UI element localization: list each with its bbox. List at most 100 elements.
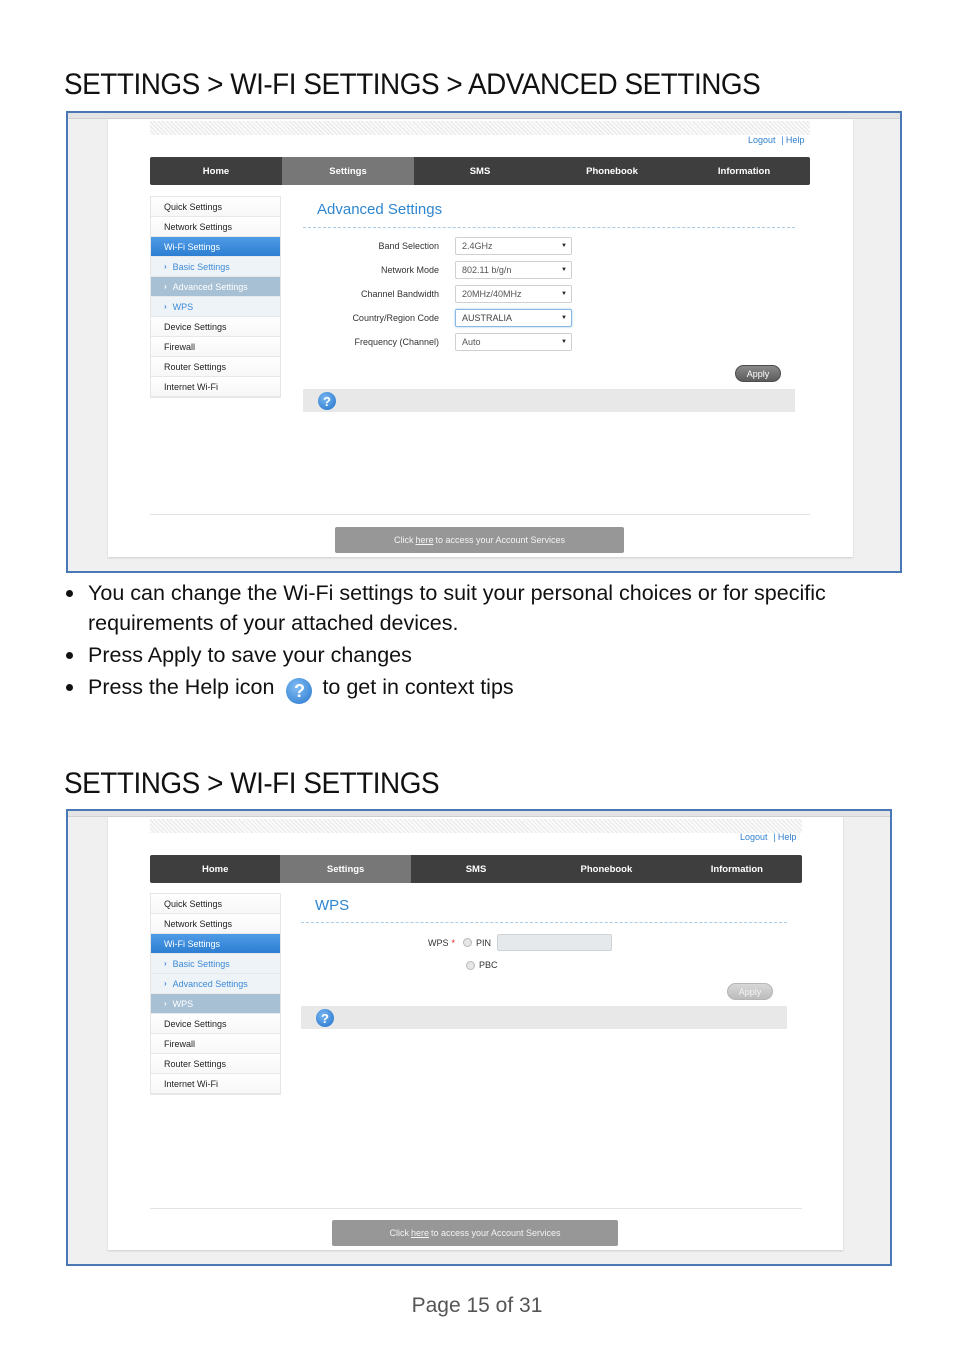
dropdown-arrow-icon: ▼ <box>561 243 567 249</box>
dropdown-arrow-icon: ▼ <box>561 267 567 273</box>
instruction-list: You can change the Wi-Fi settings to sui… <box>64 578 904 706</box>
sidebar-item-quick-settings[interactable]: Quick Settings <box>151 197 280 217</box>
account-text-after: to access your Account Services <box>435 535 566 545</box>
sidebar-item-quick-settings[interactable]: Quick Settings <box>151 894 280 914</box>
select-value: Auto <box>462 337 481 347</box>
account-text-before: Click <box>389 1228 409 1238</box>
network-mode-select[interactable]: 802.11 b/g/n ▼ <box>455 261 572 279</box>
help-link[interactable]: Help <box>778 832 797 842</box>
wps-pin-input[interactable] <box>497 934 613 951</box>
top-links: Logout | Help <box>748 135 805 145</box>
header-banner <box>150 819 802 833</box>
sidebar-item-advanced-settings[interactable]: › Advanced Settings <box>151 277 280 297</box>
account-here-link[interactable]: here <box>411 1228 429 1238</box>
chevron-right-icon: › <box>164 959 167 968</box>
nav-tab-information[interactable]: Information <box>672 855 802 883</box>
nav-tab-sms[interactable]: SMS <box>411 855 541 883</box>
bullet-icon <box>66 652 73 659</box>
sidebar-item-network-settings[interactable]: Network Settings <box>151 914 280 934</box>
list-item-text: to get in context tips <box>322 675 514 699</box>
dropdown-arrow-icon: ▼ <box>561 315 567 321</box>
select-value: 802.11 b/g/n <box>462 265 512 275</box>
sidebar-item-label: Basic Settings <box>172 958 230 969</box>
screenshot-wps: Logout | Help Home Settings SMS Phonebook … <box>66 809 892 1266</box>
chevron-right-icon: › <box>164 999 167 1008</box>
main-nav: Home Settings SMS Phonebook Information <box>150 157 810 185</box>
sidebar-item-device-settings[interactable]: Device Settings <box>151 317 280 337</box>
sidebar-item-internet-wifi[interactable]: Internet Wi-Fi <box>151 377 280 397</box>
dropdown-arrow-icon: ▼ <box>561 291 567 297</box>
title-divider <box>303 227 795 228</box>
section-title-advanced: SETTINGS > WI-FI SETTINGS > ADVANCED SET… <box>64 68 761 101</box>
nav-tab-information[interactable]: Information <box>678 157 810 185</box>
sidebar-item-wps[interactable]: › WPS <box>151 297 280 317</box>
nav-tab-settings[interactable]: Settings <box>280 855 411 883</box>
sidebar-item-network-settings[interactable]: Network Settings <box>151 217 280 237</box>
main-nav: Home Settings SMS Phonebook Information <box>150 855 802 883</box>
chevron-right-icon: › <box>164 262 167 271</box>
select-value: AUSTRALIA <box>462 313 513 323</box>
nav-tab-home[interactable]: Home <box>150 157 282 185</box>
wps-pin-radio[interactable] <box>463 938 473 947</box>
required-mark: * <box>451 937 456 948</box>
title-divider <box>301 922 787 923</box>
sidebar-item-internet-wifi[interactable]: Internet Wi-Fi <box>151 1074 280 1094</box>
apply-button[interactable]: Apply <box>727 983 773 1000</box>
help-bar: ? <box>303 389 795 412</box>
top-links: Logout | Help <box>740 832 797 842</box>
wps-pbc-row: PBC <box>466 960 498 970</box>
screenshot-advanced-settings: Logout | Help Home Settings SMS Phonebook … <box>66 111 902 573</box>
field-label: Frequency (Channel) <box>354 337 439 347</box>
account-services-button[interactable]: Click here to access your Account Servic… <box>335 527 624 553</box>
sidebar-item-basic-settings[interactable]: › Basic Settings <box>151 954 280 974</box>
account-text-before: Click <box>393 535 414 545</box>
help-bar: ? <box>301 1006 787 1029</box>
content-title: WPS <box>315 897 350 914</box>
sidebar-item-wps[interactable]: › WPS <box>151 994 280 1014</box>
account-services-button[interactable]: Click here to access your Account Servic… <box>332 1220 618 1246</box>
nav-tab-settings[interactable]: Settings <box>282 157 414 185</box>
nav-tab-sms[interactable]: SMS <box>414 157 546 185</box>
account-text-after: to access your Account Services <box>430 1228 561 1238</box>
sidebar-item-label: WPS <box>172 998 194 1009</box>
channel-bandwidth-select[interactable]: 20MHz/40MHz ▼ <box>455 285 572 303</box>
account-here-link[interactable]: here <box>415 535 433 545</box>
logout-link[interactable]: Logout <box>740 832 768 842</box>
list-item-text: Press Apply to save your changes <box>88 643 412 667</box>
help-icon[interactable]: ? <box>316 1009 334 1027</box>
router-page: Logout | Help Home Settings SMS Phonebook … <box>108 817 843 1250</box>
sidebar-item-router-settings[interactable]: Router Settings <box>151 357 280 377</box>
wps-pbc-radio[interactable] <box>466 960 475 970</box>
sidebar-item-label: Advanced Settings <box>172 281 248 292</box>
sidebar-item-label: Basic Settings <box>172 261 230 272</box>
sidebar-item-basic-settings[interactable]: › Basic Settings <box>151 257 280 277</box>
apply-button[interactable]: Apply <box>735 365 781 382</box>
nav-tab-home[interactable]: Home <box>150 855 280 883</box>
band-selection-select[interactable]: 2.4GHz ▼ <box>455 237 572 255</box>
sidebar-item-firewall[interactable]: Firewall <box>151 1034 280 1054</box>
sidebar: Quick Settings Network Settings Wi-Fi Se… <box>150 893 281 1095</box>
header-banner <box>150 121 810 135</box>
sidebar-item-wifi-settings[interactable]: Wi-Fi Settings <box>151 237 280 257</box>
sidebar-item-wifi-settings[interactable]: Wi-Fi Settings <box>151 934 280 954</box>
logout-link[interactable]: Logout <box>748 135 776 145</box>
help-icon[interactable]: ? <box>318 392 336 410</box>
frequency-channel-select[interactable]: Auto ▼ <box>455 333 572 351</box>
help-link[interactable]: Help <box>786 135 805 145</box>
list-item: Press the Help icon? to get in context ti… <box>64 672 904 704</box>
list-item: Press Apply to save your changes <box>64 640 904 670</box>
content-title: Advanced Settings <box>317 201 443 218</box>
sidebar-item-device-settings[interactable]: Device Settings <box>151 1014 280 1034</box>
country-region-select[interactable]: AUSTRALIA ▼ <box>455 309 572 327</box>
wps-pin-label: PIN <box>476 937 492 948</box>
list-item: You can change the Wi-Fi settings to sui… <box>64 578 904 638</box>
chevron-right-icon: › <box>164 282 167 291</box>
sidebar-item-firewall[interactable]: Firewall <box>151 337 280 357</box>
nav-tab-phonebook[interactable]: Phonebook <box>546 157 678 185</box>
chevron-right-icon: › <box>164 302 167 311</box>
field-label: Network Mode <box>380 265 439 275</box>
chevron-right-icon: › <box>164 979 167 988</box>
nav-tab-phonebook[interactable]: Phonebook <box>541 855 671 883</box>
sidebar-item-router-settings[interactable]: Router Settings <box>151 1054 280 1074</box>
sidebar-item-advanced-settings[interactable]: › Advanced Settings <box>151 974 280 994</box>
